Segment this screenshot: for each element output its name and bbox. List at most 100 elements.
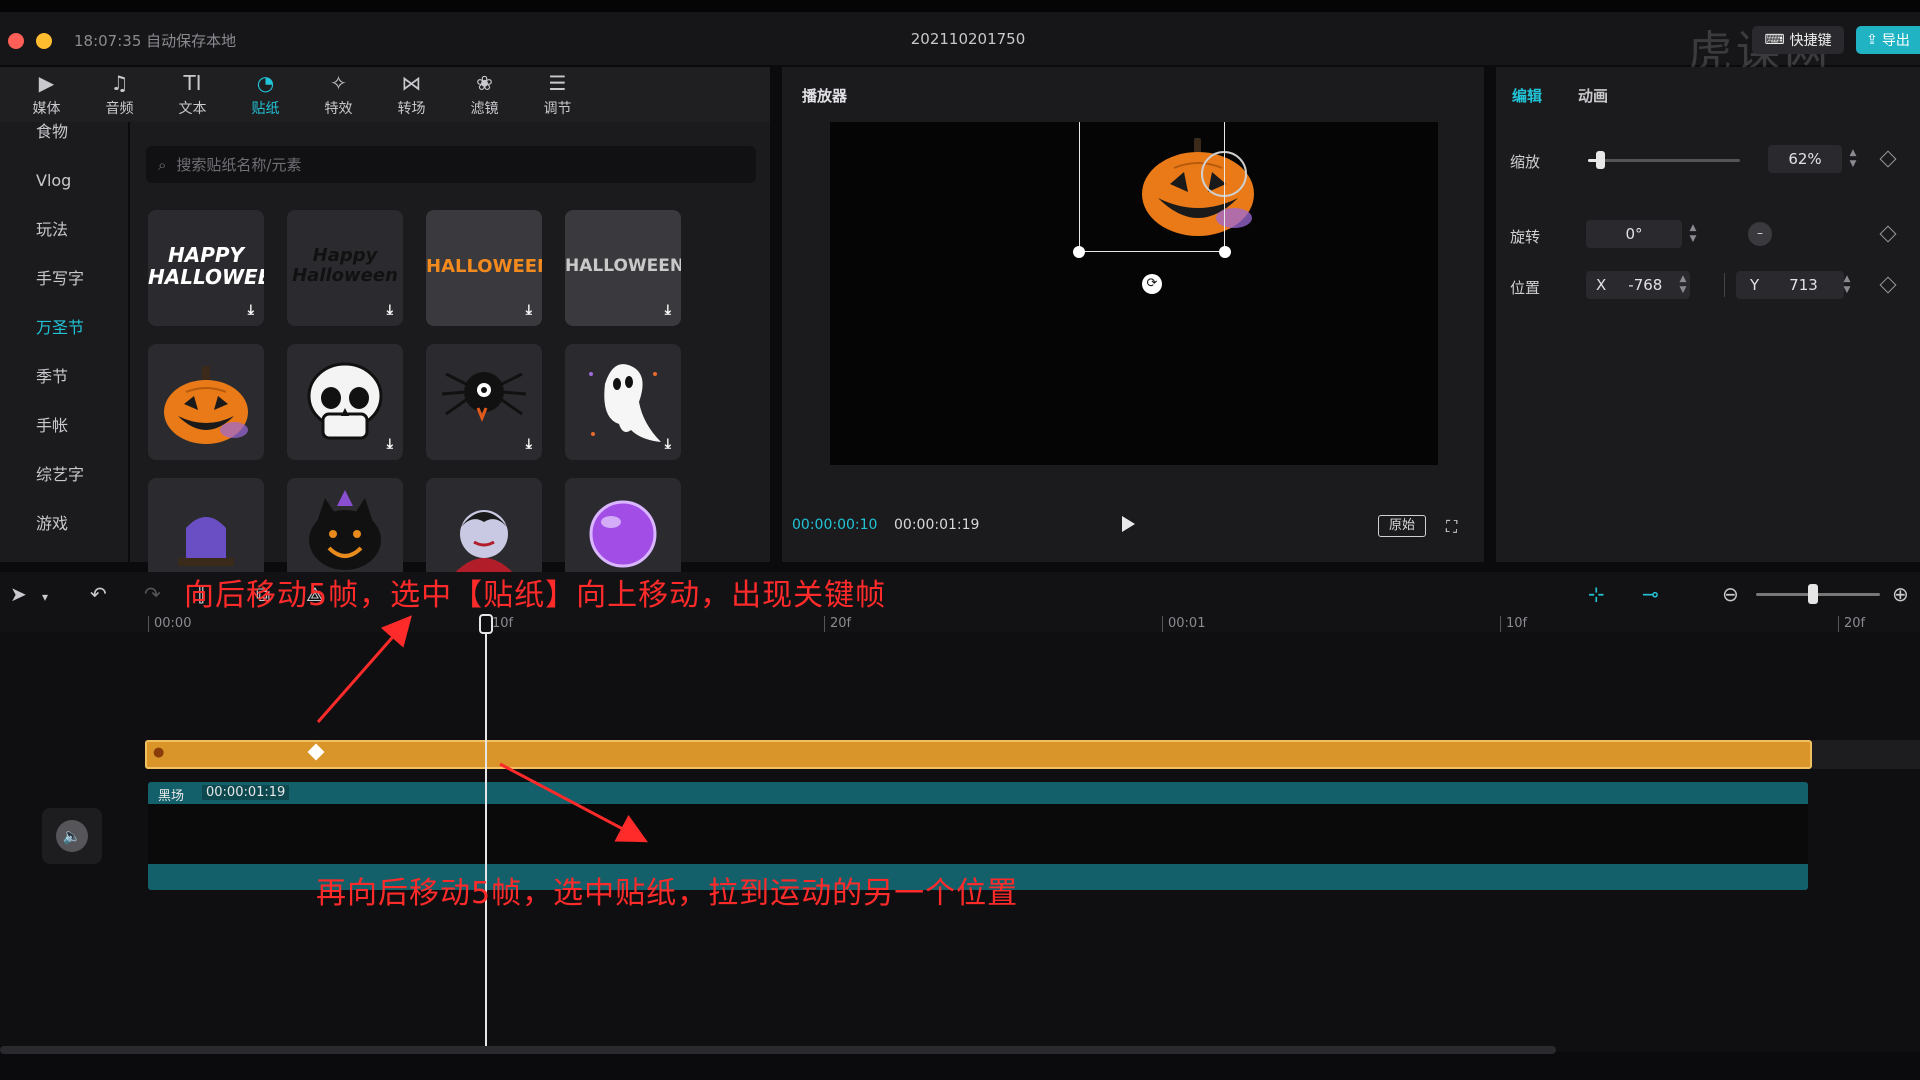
sticker-text: HALLOWEEN xyxy=(426,256,542,277)
video-clip-header xyxy=(148,782,1808,804)
category-item[interactable]: 季节 xyxy=(0,367,128,416)
rotate-handle-icon[interactable]: ⟳ xyxy=(1142,274,1162,294)
tab-filter[interactable]: ❀ 滤镜 xyxy=(448,67,521,122)
rotate-stepper-icon[interactable]: ▲ ▼ xyxy=(1686,220,1700,248)
track-background xyxy=(1812,740,1920,769)
position-label: 位置 xyxy=(1510,279,1541,297)
redo-icon[interactable]: ↷ xyxy=(144,582,161,606)
shortcuts-label: 快捷键 xyxy=(1789,33,1832,49)
x-stepper-icon[interactable]: ▲ ▼ xyxy=(1676,271,1690,299)
media-icon: ▶ xyxy=(38,71,55,95)
search-icon: ⌕ xyxy=(158,155,167,174)
rotate-keyframe-icon[interactable] xyxy=(1879,225,1897,243)
minimize-window-button[interactable] xyxy=(36,33,52,49)
tab-sticker[interactable]: ◔ 贴纸 xyxy=(229,67,302,122)
ratio-button[interactable]: 原始 xyxy=(1378,515,1426,537)
category-item[interactable]: Vlog xyxy=(0,171,128,220)
spider-icon xyxy=(441,372,527,423)
zoom-in-icon[interactable]: ⊕ xyxy=(1892,582,1909,606)
scale-stepper-icon[interactable]: ▲ ▼ xyxy=(1846,145,1860,173)
tab-effects[interactable]: ✧ 特效 xyxy=(302,67,375,122)
ruler-tick: 00:01 xyxy=(1162,616,1205,632)
ruler-tick: 20f xyxy=(824,616,851,632)
mute-track-button[interactable]: 🔈 xyxy=(42,808,102,864)
timeline-ruler xyxy=(0,616,1920,632)
pumpkin-icon xyxy=(164,366,248,444)
download-icon[interactable]: ⤓ xyxy=(526,436,532,452)
play-icon[interactable] xyxy=(1122,516,1135,532)
tab-transition[interactable]: ⋈ 转场 xyxy=(375,67,448,122)
category-item[interactable]: 手帐 xyxy=(0,416,128,465)
download-icon[interactable]: ⤓ xyxy=(387,436,393,452)
sticker-search-input[interactable]: ⌕ 搜索贴纸名称/元素 xyxy=(146,146,756,183)
download-icon[interactable]: ⤓ xyxy=(665,302,671,318)
sticker-ghost[interactable]: ⤓ xyxy=(565,344,681,460)
tab-edit[interactable]: 编辑 xyxy=(1512,85,1542,106)
fullscreen-icon[interactable]: ⛶ xyxy=(1446,517,1457,537)
player-title: 播放器 xyxy=(802,87,848,105)
category-item[interactable]: 手写字 xyxy=(0,269,128,318)
scale-slider[interactable] xyxy=(1588,159,1740,162)
playhead-line[interactable] xyxy=(485,616,487,1046)
select-cursor-icon[interactable]: ➤ xyxy=(10,582,27,606)
tab-text[interactable]: TI 文本 xyxy=(156,67,229,122)
timeline-scrollbar[interactable] xyxy=(0,1046,1556,1054)
tab-audio[interactable]: ♫ 音频 xyxy=(83,67,156,122)
tab-adjust[interactable]: ☰ 调节 xyxy=(521,67,594,122)
tab-animation[interactable]: 动画 xyxy=(1578,85,1608,106)
close-window-button[interactable] xyxy=(8,33,24,49)
sticker-pumpkin[interactable] xyxy=(148,344,264,460)
selection-box[interactable] xyxy=(1079,122,1225,252)
sticker-text: HAPPY HALLOWEEN xyxy=(148,243,264,289)
tab-media[interactable]: ▶ 媒体 xyxy=(10,67,83,122)
tab-label: 媒体 xyxy=(32,101,61,117)
download-icon[interactable]: ⤓ xyxy=(665,436,671,452)
sticker-clip[interactable]: ● xyxy=(145,740,1812,769)
category-item-halloween[interactable]: 万圣节 xyxy=(0,318,128,367)
zoom-out-icon[interactable]: ⊖ xyxy=(1722,582,1739,606)
zoom-slider-knob[interactable] xyxy=(1808,584,1818,604)
category-item[interactable]: 综艺字 xyxy=(0,465,128,514)
download-icon[interactable]: ⤓ xyxy=(387,302,393,318)
properties-panel: 编辑 动画 缩放 62% ▲ ▼ 旋转 0° ▲ ▼ – 位置 X -768 ▲ ▼ … xyxy=(1496,67,1920,562)
playhead-handle[interactable] xyxy=(479,614,493,634)
undo-icon[interactable]: ↶ xyxy=(90,582,107,606)
video-clip-name: 黑场 xyxy=(158,789,185,804)
scale-value-field[interactable]: 62% xyxy=(1768,145,1842,173)
zoom-slider[interactable] xyxy=(1756,593,1880,596)
text-icon: TI xyxy=(183,71,202,95)
y-axis-label: Y xyxy=(1750,276,1760,294)
sticker-happy-halloween-dark[interactable]: Happy Halloween ⤓ xyxy=(287,210,403,326)
download-icon[interactable]: ⤓ xyxy=(248,302,254,318)
ruler-tick: 20f xyxy=(1838,616,1865,632)
rotate-value-field[interactable]: 0° xyxy=(1586,220,1682,248)
position-keyframe-icon[interactable] xyxy=(1879,276,1897,294)
scale-slider-knob[interactable] xyxy=(1596,151,1605,169)
resize-handle[interactable] xyxy=(1219,246,1231,258)
snap-icon[interactable]: ⊹ xyxy=(1588,582,1605,606)
sticker-spider[interactable]: ⤓ xyxy=(426,344,542,460)
resize-handle[interactable] xyxy=(1073,246,1085,258)
sticker-halloween-orange[interactable]: HALLOWEEN ⤓ xyxy=(426,210,542,326)
sticker-category-list: 食物 Vlog 玩法 手写字 万圣节 季节 手帐 综艺字 游戏 xyxy=(0,122,128,562)
tab-label: 转场 xyxy=(397,101,426,117)
position-x-field[interactable]: X -768 xyxy=(1586,271,1690,299)
chevron-down-icon[interactable]: ▾ xyxy=(42,590,48,604)
link-icon[interactable]: ⊸ xyxy=(1642,582,1659,606)
shortcuts-button[interactable]: ⌨ 快捷键 xyxy=(1752,26,1844,54)
sticker-halloween-grey[interactable]: HALLOWEEN ⤓ xyxy=(565,210,681,326)
scale-keyframe-icon[interactable] xyxy=(1879,150,1897,168)
sticker-happy-halloween-white[interactable]: HAPPY HALLOWEEN ⤓ xyxy=(148,210,264,326)
rotate-dial-icon[interactable]: – xyxy=(1748,222,1772,246)
x-value: -768 xyxy=(1628,276,1663,294)
sticker-skull[interactable]: ⤓ xyxy=(287,344,403,460)
category-item[interactable]: 游戏 xyxy=(0,514,128,563)
annotation-bottom: 再向后移动5帧，选中贴纸，拉到运动的另一个位置 xyxy=(316,876,1019,911)
y-stepper-icon[interactable]: ▲ ▼ xyxy=(1840,271,1854,299)
export-button[interactable]: ⇪ 导出 xyxy=(1856,26,1920,54)
position-y-field[interactable]: Y 713 xyxy=(1736,271,1844,299)
category-item[interactable]: 食物 xyxy=(0,122,128,171)
download-icon[interactable]: ⤓ xyxy=(526,302,532,318)
category-item[interactable]: 玩法 xyxy=(0,220,128,269)
export-icon: ⇪ xyxy=(1866,32,1878,48)
